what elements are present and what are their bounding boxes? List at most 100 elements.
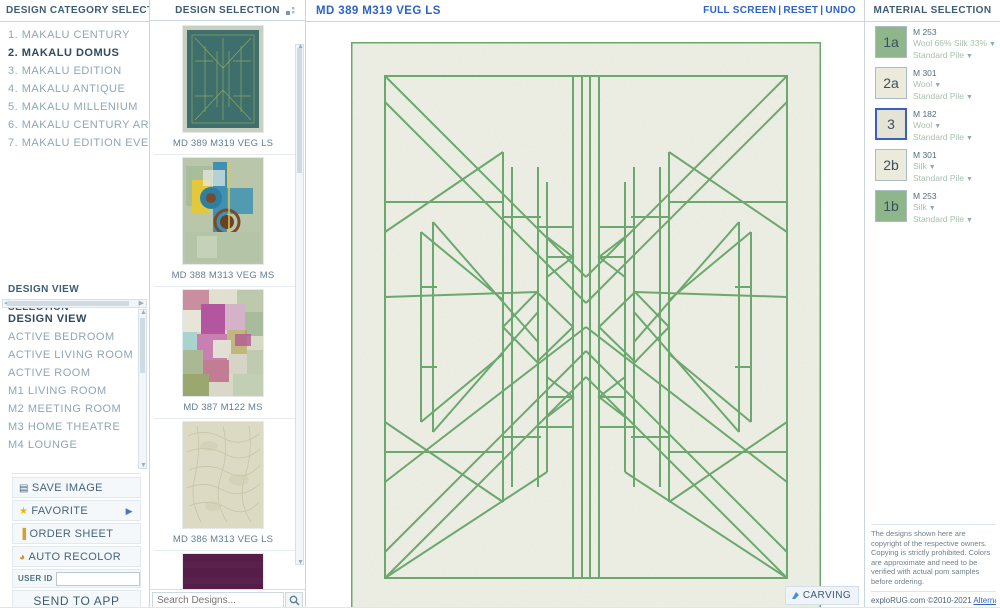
design-thumbnail-image[interactable]: [182, 552, 264, 590]
scroll-up-arrow-icon[interactable]: ▲: [140, 309, 147, 316]
design-thumbnail-item[interactable]: MD 389 M319 VEG LS: [150, 23, 296, 154]
design-thumbnail-caption: MD 388 M313 VEG MS: [171, 269, 275, 281]
material-pile-dropdown[interactable]: Standard Pile ▼: [913, 91, 973, 103]
material-swatch-id: 1a: [883, 34, 899, 50]
thumbnail-vertical-scrollbar[interactable]: ▲ ▼: [295, 43, 304, 566]
view-item-active-bedroom[interactable]: ACTIVE BEDROOM: [8, 328, 149, 346]
expand-grid-icon[interactable]: [286, 6, 297, 15]
material-fiber-dropdown[interactable]: Silk ▼: [913, 161, 973, 173]
scroll-right-arrow-icon[interactable]: ▶: [139, 300, 144, 307]
material-code: M 253: [913, 191, 937, 201]
scrollbar-thumb[interactable]: [7, 301, 129, 306]
material-pile-dropdown[interactable]: Standard Pile ▼: [913, 132, 973, 144]
material-info: M 253 Silk ▼ Standard Pile ▼: [913, 190, 973, 226]
category-item-1[interactable]: 1. MAKALU CENTURY: [0, 26, 149, 44]
view-item-active-room[interactable]: ACTIVE ROOM: [8, 364, 149, 382]
material-swatch[interactable]: 2a: [875, 67, 907, 99]
category-item-4[interactable]: 4. MAKALU ANTIQUE: [0, 80, 149, 98]
design-thumbnail-item[interactable]: MD 386 M313 VEG LS: [150, 419, 296, 550]
rug-canvas-area[interactable]: CARVING: [306, 22, 864, 610]
save-icon: ▤: [19, 483, 29, 494]
view-item-m4-lounge[interactable]: M4 LOUNGE: [8, 436, 149, 454]
material-fiber-label: Wool: [913, 120, 933, 130]
material-fiber-dropdown[interactable]: Wool ▼: [913, 120, 973, 132]
design-category-panel-header: DESIGN CATEGORY SELECTION: [0, 0, 149, 22]
material-pile-dropdown[interactable]: Standard Pile ▼: [913, 173, 973, 185]
left-sidebar: DESIGN CATEGORY SELECTION 1. MAKALU CENT…: [0, 0, 150, 610]
material-pile-label: Standard Pile: [913, 132, 965, 142]
chevron-right-icon[interactable]: ▶: [126, 501, 133, 522]
view-item-m1-living-room[interactable]: M1 LIVING ROOM: [8, 382, 149, 400]
design-thumbnail-image[interactable]: [182, 156, 264, 265]
material-swatch[interactable]: 1b: [875, 190, 907, 222]
material-fiber-dropdown[interactable]: Silk ▼: [913, 202, 973, 214]
design-thumbnail-image[interactable]: [182, 24, 264, 133]
material-swatch-selected[interactable]: 3: [875, 108, 907, 140]
full-screen-button[interactable]: FULL SCREEN: [703, 5, 776, 16]
favorite-button[interactable]: ★ FAVORITE ▶: [12, 500, 141, 521]
auto-recolor-button[interactable]: ◕ AUTO RECOLOR: [12, 546, 141, 567]
category-item-3[interactable]: 3. MAKALU EDITION: [0, 62, 149, 80]
rug-preview[interactable]: [349, 40, 823, 610]
view-item-active-living-room[interactable]: ACTIVE LIVING ROOM: [8, 346, 149, 364]
material-swatch[interactable]: 1a: [875, 26, 907, 58]
favorite-label: FAVORITE: [31, 505, 89, 517]
design-thumbnail-item[interactable]: [150, 551, 296, 590]
chevron-down-icon: ▼: [966, 53, 973, 60]
material-row[interactable]: 1a M 253 Wool 66% Silk 33% ▼ Standard Pil…: [875, 26, 1000, 62]
material-row[interactable]: 3 M 182 Wool ▼ Standard Pile ▼: [875, 108, 1000, 144]
carving-button[interactable]: CARVING: [784, 586, 859, 605]
view-label: ACTIVE BEDROOM: [8, 331, 115, 343]
toolbar-separator: |: [820, 5, 824, 16]
category-label: 6. MAKALU CENTURY ART: [8, 119, 149, 131]
view-item-m2-meeting-room[interactable]: M2 MEETING ROOM: [8, 400, 149, 418]
material-list: 1a M 253 Wool 66% Silk 33% ▼ Standard Pil…: [865, 22, 1000, 231]
order-sheet-button[interactable]: ▐ ORDER SHEET: [12, 523, 141, 544]
category-item-6[interactable]: 6. MAKALU CENTURY ART: [0, 116, 149, 134]
category-label: 4. MAKALU ANTIQUE: [8, 83, 126, 95]
category-item-5[interactable]: 5. MAKALU MILLENIUM: [0, 98, 149, 116]
undo-button[interactable]: UNDO: [825, 5, 856, 16]
material-row[interactable]: 2a M 301 Wool ▼ Standard Pile ▼: [875, 67, 1000, 103]
user-id-row: USER ID: [12, 569, 141, 588]
design-view-vertical-scrollbar[interactable]: ▲ ▼: [138, 309, 147, 469]
material-fiber-label: Silk: [913, 161, 927, 171]
design-thumbnail-image[interactable]: [182, 288, 264, 397]
design-thumbnail-item[interactable]: MD 387 M122 MS: [150, 287, 296, 418]
design-view-horizontal-scrollbar[interactable]: ◀ ▶: [2, 299, 147, 308]
reset-button[interactable]: RESET: [783, 5, 818, 16]
chevron-down-icon: ▼: [928, 164, 936, 171]
view-item-design-view[interactable]: DESIGN VIEW: [8, 310, 149, 328]
material-row[interactable]: 1b M 253 Silk ▼ Standard Pile ▼: [875, 190, 1000, 226]
scrollbar-thumb[interactable]: [140, 318, 145, 373]
design-thumbnail-item[interactable]: MD 388 M313 VEG MS: [150, 155, 296, 286]
view-item-m3-home-theatre[interactable]: M3 HOME THEATRE: [8, 418, 149, 436]
design-selection-title: DESIGN SELECTION: [175, 5, 280, 16]
scrollbar-thumb[interactable]: [297, 47, 302, 173]
scroll-down-arrow-icon[interactable]: ▼: [140, 462, 147, 469]
material-fiber-dropdown[interactable]: Wool ▼: [913, 79, 973, 91]
view-label: M2 MEETING ROOM: [8, 403, 122, 415]
material-selection-panel: MATERIAL SELECTION 1a M 253 Wool 66% Sil…: [865, 0, 1000, 610]
material-pile-dropdown[interactable]: Standard Pile ▼: [913, 50, 996, 62]
category-item-2[interactable]: 2. MAKALU DOMUS: [0, 44, 149, 62]
design-thumbnail-scroll[interactable]: MD 389 M319 VEG LS MD 388 M313 VEG MS MD…: [150, 21, 305, 590]
palette-icon: ◕: [19, 552, 26, 563]
material-swatch[interactable]: 2b: [875, 149, 907, 181]
scroll-down-arrow-icon[interactable]: ▼: [297, 559, 304, 566]
user-id-input[interactable]: [55, 571, 140, 586]
credit-copyright: ©2010-2021: [927, 596, 972, 605]
material-fiber-dropdown[interactable]: Wool 66% Silk 33% ▼: [913, 38, 996, 50]
material-code: M 301: [913, 68, 937, 78]
category-label: 7. MAKALU EDITION EVERGREEN: [8, 137, 149, 149]
material-pile-label: Standard Pile: [913, 173, 965, 183]
rug-design-svg[interactable]: [349, 40, 823, 610]
design-thumbnail-image[interactable]: [182, 420, 264, 529]
save-image-button[interactable]: ▤ SAVE IMAGE: [12, 477, 141, 498]
credit-link[interactable]: Alternative Tech: [973, 596, 996, 605]
material-pile-dropdown[interactable]: Standard Pile ▼: [913, 214, 973, 226]
material-row[interactable]: 2b M 301 Silk ▼ Standard Pile ▼: [875, 149, 1000, 185]
category-item-7[interactable]: 7. MAKALU EDITION EVERGREEN: [0, 134, 149, 152]
material-code: M 182: [913, 109, 937, 119]
